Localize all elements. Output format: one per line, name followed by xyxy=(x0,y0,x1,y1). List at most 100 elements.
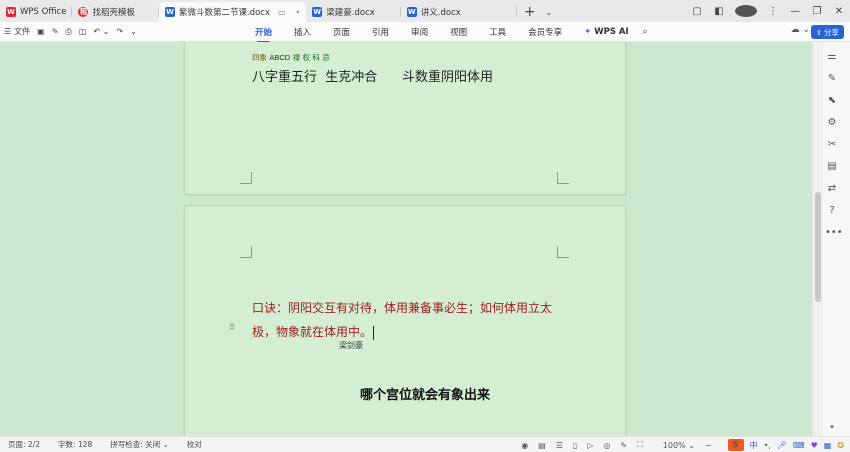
tools-icon[interactable]: ✂ xyxy=(825,138,839,152)
tab-label: 找稻壳模板 xyxy=(92,8,135,18)
tab-insert[interactable]: 插入 xyxy=(294,26,311,38)
title-tab-bar: W WPS Office 稻 找稻壳模板 W 紫微斗数第二节课.docx ▭ •… xyxy=(0,0,850,22)
tab-label: 讲义.docx xyxy=(420,8,461,18)
cloud-sync-icon[interactable]: ☁ ⌄ xyxy=(791,25,810,35)
author-name: 梁剑豪 xyxy=(339,341,363,350)
tab-view[interactable]: 视图 xyxy=(450,26,467,38)
document-canvas[interactable]: 四象 ABCD 禄 权 科 忌 八字重五行 生克冲合 斗数重阴阳体用 ⠿ 口诀：… xyxy=(0,42,812,436)
select-icon[interactable]: ⬉ xyxy=(825,94,839,108)
document-page-2[interactable]: ⠿ 口诀：阴阳交互有对待，体用兼备事必生；如何体用立太极，物象就在体用中。 梁剑… xyxy=(185,206,625,436)
eye-protection-icon[interactable]: ◉ xyxy=(521,441,528,450)
outline-view-icon[interactable]: ☰ xyxy=(556,441,563,450)
tab-label: 梁建豪.docx xyxy=(326,8,375,18)
tab-template[interactable]: 稻 找稻壳模板 xyxy=(72,2,159,22)
apps-grid-icon[interactable]: ▦ xyxy=(824,441,832,450)
four-transformations-line: 四象 ABCD 禄 权 科 忌 xyxy=(252,53,330,62)
adjust-icon[interactable]: ⚌ xyxy=(825,50,839,64)
monitor-icon[interactable]: ▭ xyxy=(278,8,286,17)
ime-extra-icon[interactable]: ✪ xyxy=(837,441,844,450)
document-page-1[interactable]: 四象 ABCD 禄 权 科 忌 八字重五行 生克冲合 斗数重阴阳体用 xyxy=(185,42,625,194)
more-icon[interactable]: ••• xyxy=(825,226,843,240)
wps-logo-icon: W xyxy=(6,7,16,17)
restore-tabs-icon[interactable]: ▢ xyxy=(686,6,708,17)
save-icon[interactable]: ▣ xyxy=(37,27,45,36)
margin-corner-mark xyxy=(240,246,252,258)
help-icon[interactable]: ? xyxy=(825,204,839,218)
wps-ai-button[interactable]: ✦ WPS AI xyxy=(584,27,629,37)
tab-tools[interactable]: 工具 xyxy=(489,26,506,38)
share-icon: ⇪ xyxy=(815,27,822,37)
fit-page-icon[interactable]: ⛶ xyxy=(637,440,643,450)
right-toolbar: ⚌ ✎ ⬉ ⚙ ✂ ▤ ⇄ ? ••• ▾ xyxy=(812,42,850,436)
tab-label: WPS Office xyxy=(20,7,67,17)
scroll-down-icon[interactable]: ▾ xyxy=(825,420,839,434)
more-icon[interactable]: ⋮ xyxy=(762,6,784,17)
heading-line: 八字重五行 生克冲合 斗数重阴阳体用 xyxy=(252,70,494,85)
pen-icon[interactable]: ✎ xyxy=(825,72,839,86)
ribbon-tabs: 开始 插入 页面 引用 审阅 视图 工具 会员专享 ✦ WPS AI ⌕ xyxy=(255,22,669,43)
microphone-icon[interactable]: 🎤︎ xyxy=(777,441,787,450)
search-icon[interactable]: ⌕ xyxy=(643,27,648,37)
web-view-icon[interactable]: ◎ xyxy=(603,441,610,450)
avatar[interactable] xyxy=(735,5,757,17)
minimize-icon[interactable]: — xyxy=(784,6,806,17)
verse-paragraph[interactable]: 口诀：阴阳交互有对待，体用兼备事必生；如何体用立太极，物象就在体用中。 xyxy=(252,296,572,344)
status-right-controls: ◉ ▤ ☰ ▯ ▷ ◎ ✎ ⛶ 100% ⌄ − S 中 •, 🎤︎ ⌨ ♥ ▦… xyxy=(511,437,844,452)
hamburger-icon[interactable]: ☰ xyxy=(4,27,11,36)
tab-membership[interactable]: 会员专享 xyxy=(528,26,562,38)
vertical-scrollbar[interactable] xyxy=(813,42,823,436)
doc-icon: W xyxy=(164,7,175,17)
doc-icon: W xyxy=(406,7,417,17)
play-icon[interactable]: ▷ xyxy=(587,441,593,450)
tab-home[interactable]: 开始 xyxy=(255,26,272,43)
settings-sliders-icon[interactable]: ⚙ xyxy=(825,116,839,130)
tab-document-active[interactable]: W 紫微斗数第二节课.docx ▭ • xyxy=(158,2,307,22)
undo-icon[interactable]: ↶ ⌄ xyxy=(93,27,109,36)
page-indicator[interactable]: 页面: 2/2 xyxy=(8,439,40,450)
scrollbar-thumb[interactable] xyxy=(815,192,821,302)
drag-handle-icon[interactable]: ⠿ xyxy=(229,323,235,332)
maximize-icon[interactable]: ❐ xyxy=(806,6,828,17)
tab-document[interactable]: W 梁建豪.docx xyxy=(306,2,401,22)
redo-icon[interactable]: ↷ xyxy=(116,27,123,36)
tab-document[interactable]: W 讲义.docx xyxy=(401,2,517,22)
close-window-icon[interactable]: ✕ xyxy=(828,6,850,17)
input-method-toolbar: S 中 •, 🎤︎ ⌨ ♥ ▦ ✪ xyxy=(722,439,844,451)
status-bar: 页面: 2/2 字数: 128 拼写检查: 关闭 ⌄ 校对 ◉ ▤ ☰ ▯ ▷ … xyxy=(0,436,850,452)
share-button[interactable]: ⇪ 分享 xyxy=(810,25,844,39)
skin-icon[interactable]: ♥ xyxy=(811,441,818,450)
skin-icon[interactable]: ◧ xyxy=(708,6,730,17)
new-tab-button[interactable]: + xyxy=(517,2,543,22)
tab-page[interactable]: 页面 xyxy=(333,26,350,38)
pen-icon[interactable]: ✎ xyxy=(52,27,59,36)
proofread-button[interactable]: 校对 xyxy=(187,439,202,450)
keyboard-icon[interactable]: ⌨ xyxy=(793,441,805,450)
word-count[interactable]: 字数: 128 xyxy=(58,439,92,450)
chevron-down-icon[interactable]: ⌄ xyxy=(130,27,137,36)
print-preview-icon[interactable]: ◫ xyxy=(79,27,87,36)
write-mode-icon[interactable]: ✎ xyxy=(620,441,627,450)
read-mode-icon[interactable]: ▯ xyxy=(573,441,577,450)
text-cursor xyxy=(373,325,375,340)
ime-language[interactable]: 中 xyxy=(750,440,758,451)
doc-icon: W xyxy=(312,7,323,17)
chevron-down-icon[interactable]: ⌄ xyxy=(543,2,555,22)
margin-corner-mark xyxy=(557,172,569,184)
margin-corner-mark xyxy=(557,246,569,258)
punctuation-icon[interactable]: •, xyxy=(764,441,771,450)
zoom-out-icon[interactable]: − xyxy=(705,441,712,450)
page-view-icon[interactable]: ▤ xyxy=(538,441,546,450)
image-icon[interactable]: ▤ xyxy=(825,160,839,174)
margin-corner-mark xyxy=(240,172,252,184)
file-menu[interactable]: 文件 xyxy=(14,26,30,37)
print-icon[interactable]: ⎙ xyxy=(65,27,71,37)
tab-review[interactable]: 审阅 xyxy=(411,26,428,38)
tab-references[interactable]: 引用 xyxy=(372,26,389,38)
sogou-ime-logo[interactable]: S xyxy=(727,439,744,451)
spell-check-status[interactable]: 拼写检查: 关闭 ⌄ xyxy=(110,439,169,450)
quick-access-toolbar: ☰ 文件 ▣ ✎ ⎙ ◫ ↶ ⌄ ↷ ⌄ xyxy=(0,26,144,37)
tab-wps-office[interactable]: W WPS Office xyxy=(0,2,73,22)
translate-icon[interactable]: ⇄ xyxy=(825,182,839,196)
tab-close-icon[interactable]: • xyxy=(296,8,301,17)
zoom-level[interactable]: 100% ⌄ xyxy=(653,441,695,450)
